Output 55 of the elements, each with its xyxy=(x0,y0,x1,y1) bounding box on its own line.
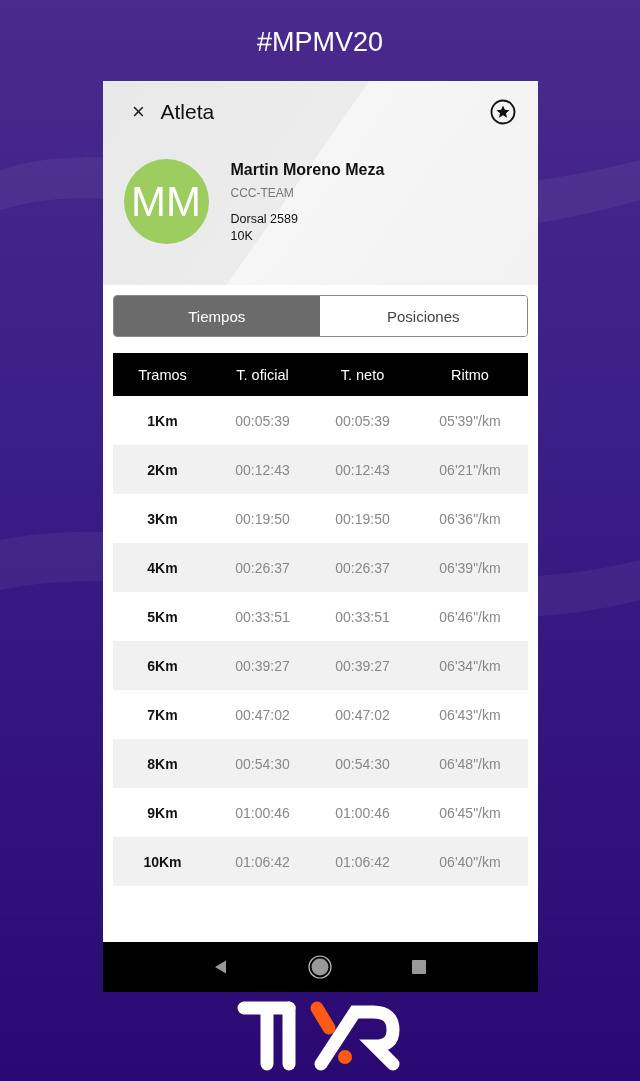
table-cell-text: 01:00:46 xyxy=(334,804,391,821)
table-cell-text: 00:26:37 xyxy=(334,559,391,576)
table-cell-text: 00:12:43 xyxy=(234,461,291,478)
table-cell-text: 06'40"/km xyxy=(438,853,502,870)
table-cell-text: 8Km xyxy=(146,755,179,772)
table-cell-text: 00:05:39 xyxy=(234,412,291,429)
table-cell-text: 00:39:27 xyxy=(334,657,391,674)
table-cell-text: 06'48"/km xyxy=(438,755,502,772)
table-cell-text: 00:19:50 xyxy=(334,510,391,527)
table-cell-text: 01:00:46 xyxy=(234,804,291,821)
avatar: MM xyxy=(123,159,209,244)
table-cell-text: 4Km xyxy=(146,559,179,576)
screen-title: Atleta xyxy=(160,100,216,124)
column-header: T. oficial xyxy=(235,366,290,383)
tab[interactable]: Tiempos xyxy=(113,296,320,336)
column-header: T. neto xyxy=(339,366,386,383)
table-cell-text: 05'39"/km xyxy=(438,412,502,429)
table-cell-text: 00:39:27 xyxy=(234,657,291,674)
table-cell-text: 6Km xyxy=(146,657,179,674)
table-cell-text: 2Km xyxy=(146,461,179,478)
table-cell-text: 00:26:37 xyxy=(234,559,291,576)
athlete-name: Martin Moreno Meza xyxy=(230,161,385,179)
race-distance: 10K xyxy=(230,229,254,243)
table-cell-text: 9Km xyxy=(146,804,179,821)
table-cell-text: 06'46"/km xyxy=(438,608,502,625)
table-cell-text: 00:47:02 xyxy=(334,706,391,723)
table-cell-text: 06'45"/km xyxy=(438,804,502,821)
bib-number: Dorsal 2589 xyxy=(230,212,299,226)
table-cell-text: 06'36"/km xyxy=(438,510,502,527)
table-cell-text: 06'21"/km xyxy=(438,461,502,478)
table-cell-text: 00:33:51 xyxy=(234,608,291,625)
table-cell-text: 1Km xyxy=(146,412,179,429)
table-cell-text: 00:54:30 xyxy=(234,755,291,772)
recents-icon[interactable] xyxy=(409,957,429,977)
table-cell-text: 00:05:39 xyxy=(334,412,391,429)
close-button[interactable]: × xyxy=(128,99,149,125)
column-header: Ritmo xyxy=(450,366,490,383)
hashtag-title: #MPMV20 xyxy=(256,26,384,58)
table-cell-text: 01:06:42 xyxy=(234,853,291,870)
column-header: Tramos xyxy=(137,366,188,383)
table-cell-text: 00:47:02 xyxy=(234,706,291,723)
team-name: CCC-TEAM xyxy=(230,186,295,200)
table-cell-text: 01:06:42 xyxy=(334,853,391,870)
table-cell-text: 06'43"/km xyxy=(438,706,502,723)
table-cell-text: 00:19:50 xyxy=(234,510,291,527)
table-cell-text: 7Km xyxy=(146,706,179,723)
table-cell-text: 5Km xyxy=(146,608,179,625)
table-cell-text: 10Km xyxy=(142,853,183,870)
home-icon[interactable] xyxy=(308,955,332,979)
table-cell-text: 06'39"/km xyxy=(438,559,502,576)
table-cell-text: 00:33:51 xyxy=(334,608,391,625)
table-cell-text: 06'34"/km xyxy=(438,657,502,674)
table-cell-text: 00:54:30 xyxy=(334,755,391,772)
table-cell-text: 00:12:43 xyxy=(334,461,391,478)
table-cell-text: 3Km xyxy=(146,510,179,527)
